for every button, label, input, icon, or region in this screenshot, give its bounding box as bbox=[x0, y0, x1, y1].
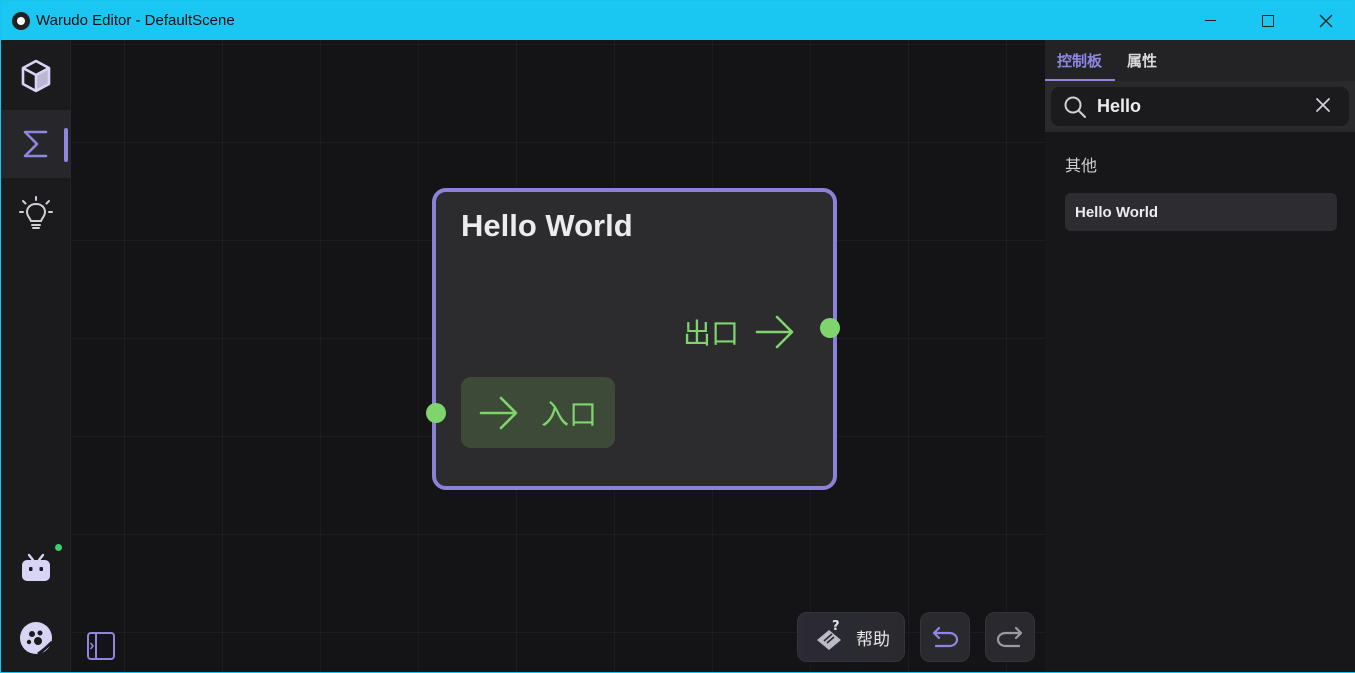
lightbulb-icon bbox=[19, 196, 53, 229]
toggle-panel-button[interactable] bbox=[86, 631, 116, 665]
hello-world-node[interactable]: Hello World 出口 入口 bbox=[432, 188, 837, 490]
close-icon bbox=[1319, 14, 1333, 27]
search-icon bbox=[1064, 96, 1086, 118]
tab-control-panel[interactable]: 控制板 bbox=[1044, 40, 1116, 81]
right-panel: 控制板 属性 Hello 其他 Hello World bbox=[1044, 40, 1355, 672]
left-sidebar bbox=[1, 40, 71, 672]
category-heading: 其他 bbox=[1065, 156, 1098, 175]
search-bar: Hello bbox=[1045, 81, 1355, 132]
undo-icon bbox=[932, 626, 959, 648]
svg-text:?: ? bbox=[832, 620, 840, 634]
notification-dot bbox=[55, 544, 62, 551]
output-label: 出口 bbox=[682, 317, 739, 350]
output-port[interactable] bbox=[820, 318, 840, 338]
close-button[interactable] bbox=[1297, 1, 1355, 40]
maximize-button[interactable] bbox=[1239, 1, 1297, 40]
result-item-hello-world[interactable]: Hello World bbox=[1065, 193, 1337, 231]
sigma-icon bbox=[23, 130, 48, 158]
undo-button[interactable] bbox=[920, 612, 970, 662]
redo-icon bbox=[996, 626, 1023, 648]
tab-properties[interactable]: 属性 bbox=[1127, 40, 1157, 81]
sidebar-item-blueprint[interactable] bbox=[1, 110, 71, 178]
maximize-icon bbox=[1262, 14, 1274, 27]
sidebar-item-ideas[interactable] bbox=[1, 180, 71, 248]
output-flow[interactable]: 出口 bbox=[683, 312, 795, 352]
arrow-right-icon bbox=[479, 396, 518, 429]
input-label: 入口 bbox=[541, 397, 598, 431]
minimize-icon bbox=[1204, 20, 1216, 21]
sidebar-item-bilibili[interactable] bbox=[1, 534, 71, 602]
clear-search-icon[interactable] bbox=[1315, 97, 1331, 113]
help-book-icon: ? bbox=[817, 620, 841, 650]
window-title: Warudo Editor - DefaultScene bbox=[36, 12, 235, 29]
app-logo-icon bbox=[12, 11, 30, 30]
arrow-right-icon bbox=[755, 315, 794, 349]
blueprint-canvas[interactable]: Hello World 出口 入口 ? 帮助 bbox=[72, 40, 1045, 672]
sidebar-item-warudo[interactable] bbox=[1, 604, 71, 672]
help-label: 帮助 bbox=[856, 629, 890, 650]
app-window: Warudo Editor - DefaultScene Hello World… bbox=[0, 0, 1355, 673]
search-value: Hello bbox=[1097, 96, 1142, 116]
warudo-logo-icon bbox=[20, 622, 54, 656]
input-port[interactable] bbox=[426, 403, 446, 423]
node-title: Hello World bbox=[461, 208, 633, 243]
tv-icon bbox=[22, 553, 50, 581]
cube-icon bbox=[21, 59, 51, 93]
minimize-button[interactable] bbox=[1181, 1, 1239, 40]
redo-button[interactable] bbox=[985, 612, 1035, 662]
panel-tabs: 控制板 属性 bbox=[1044, 40, 1355, 81]
sidebar-item-scene[interactable] bbox=[1, 42, 71, 110]
help-button[interactable]: ? 帮助 bbox=[797, 612, 905, 662]
title-bar: Warudo Editor - DefaultScene bbox=[1, 1, 1354, 40]
sidebar-toggle-icon bbox=[87, 632, 115, 660]
search-input[interactable]: Hello bbox=[1051, 87, 1349, 126]
input-flow[interactable]: 入口 bbox=[461, 377, 615, 448]
